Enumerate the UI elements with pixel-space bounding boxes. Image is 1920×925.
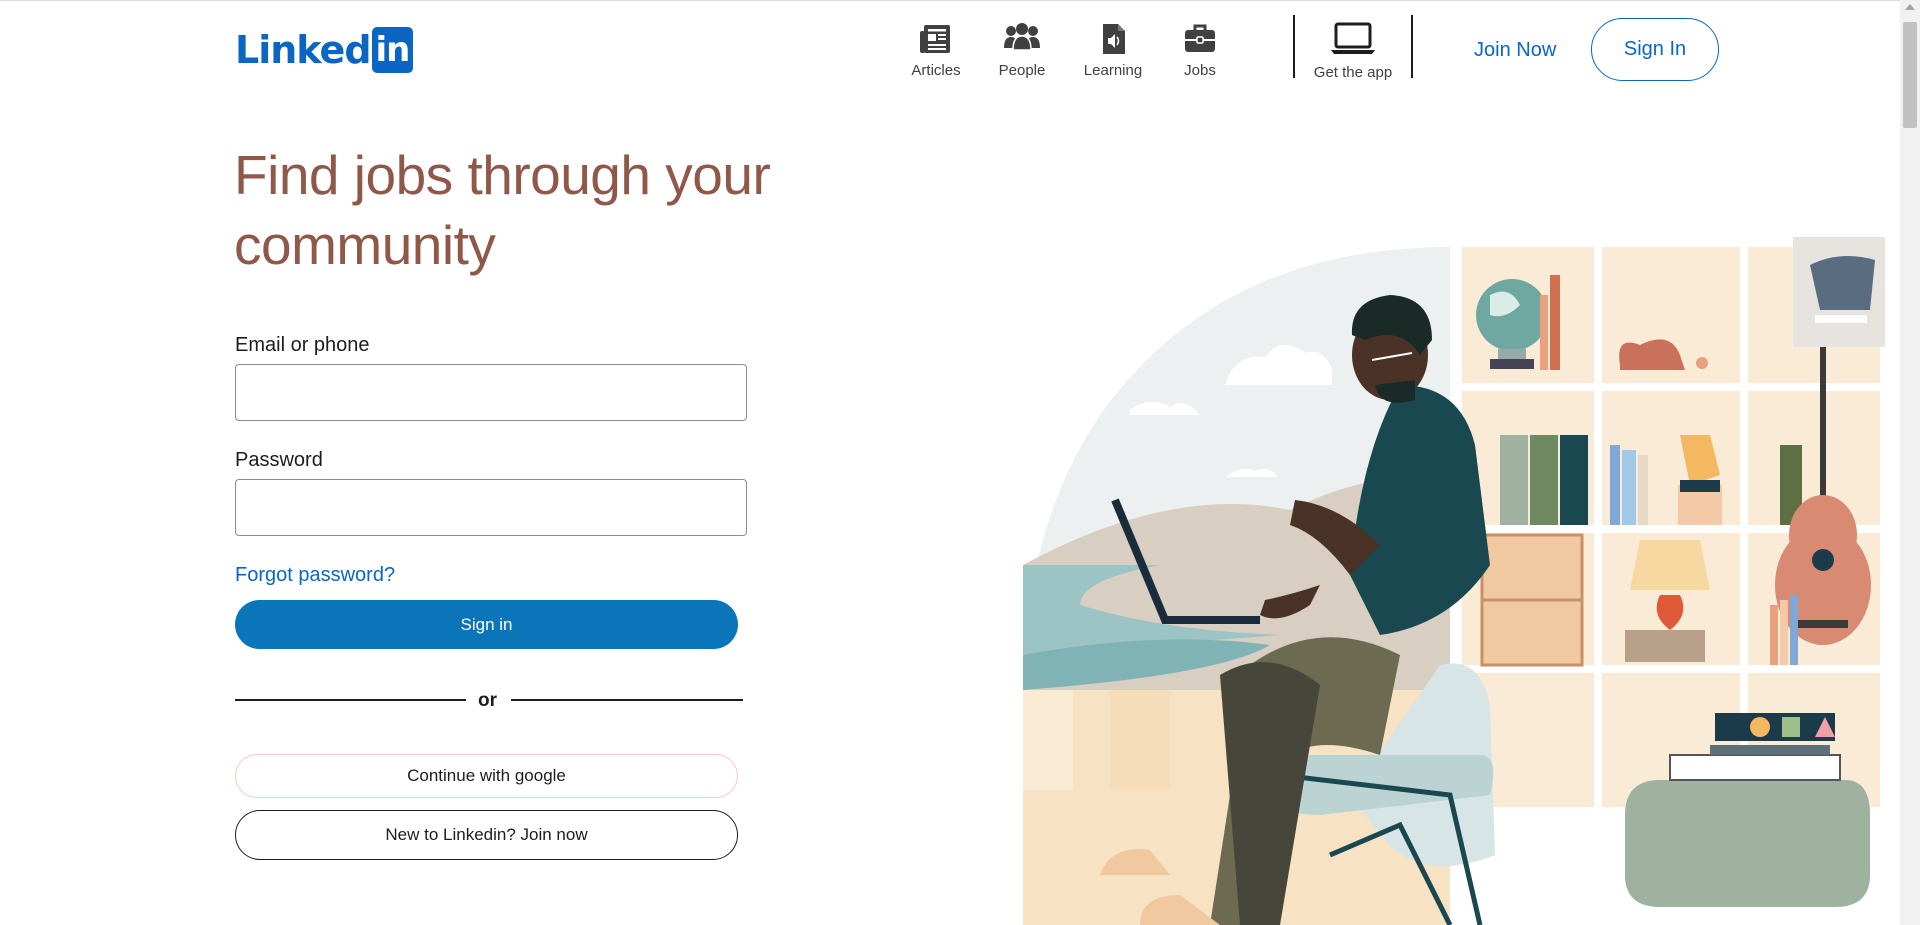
nav-jobs-label: Jobs: [1184, 62, 1216, 79]
sign-in-header-button[interactable]: Sign In: [1591, 18, 1719, 81]
learning-icon: [1103, 24, 1125, 54]
linkedin-logo[interactable]: Linked in: [235, 27, 414, 73]
briefcase-icon: [1185, 24, 1215, 52]
divider-left: [235, 699, 466, 701]
divider-right: [511, 699, 743, 701]
email-field[interactable]: [235, 364, 747, 421]
join-now-button[interactable]: Join Now: [1462, 30, 1568, 70]
nav-people[interactable]: People: [995, 22, 1049, 79]
nav-jobs[interactable]: Jobs: [1180, 22, 1220, 79]
scroll-up-arrow-icon[interactable]: [1905, 4, 1915, 10]
sign-in-button[interactable]: Sign in: [235, 600, 738, 649]
forgot-password-link[interactable]: Forgot password?: [235, 564, 395, 587]
nav-learning-label: Learning: [1083, 62, 1143, 79]
nav-articles-label: Articles: [911, 62, 961, 79]
nav-divider-left: [1293, 15, 1295, 78]
nav-articles[interactable]: Articles: [911, 22, 961, 79]
scrollbar-track[interactable]: [1900, 0, 1920, 925]
continue-with-google-button[interactable]: Continue with google: [235, 754, 738, 798]
nav-divider-right: [1411, 15, 1413, 78]
people-icon: [1004, 23, 1040, 51]
logo-box: in: [371, 27, 414, 73]
page-headline: Find jobs through your community: [234, 144, 771, 276]
logo-wordmark: Linked: [235, 28, 372, 72]
nav-get-app[interactable]: Get the app: [1312, 20, 1394, 81]
newspaper-icon: [920, 25, 950, 53]
top-border: [0, 0, 1900, 1]
nav-people-label: People: [998, 62, 1046, 79]
laptop-icon: [1331, 22, 1375, 54]
scrollbar-thumb[interactable]: [1903, 22, 1917, 128]
or-separator: or: [478, 690, 497, 711]
password-label: Password: [235, 449, 323, 471]
hero-illustration: [1022, 237, 1885, 925]
email-label: Email or phone: [235, 334, 370, 356]
password-field[interactable]: [235, 479, 747, 536]
join-now-form-button[interactable]: New to Linkedin? Join now: [235, 810, 738, 860]
nav-get-app-label: Get the app: [1313, 64, 1393, 81]
nav-learning[interactable]: Learning: [1083, 22, 1143, 79]
